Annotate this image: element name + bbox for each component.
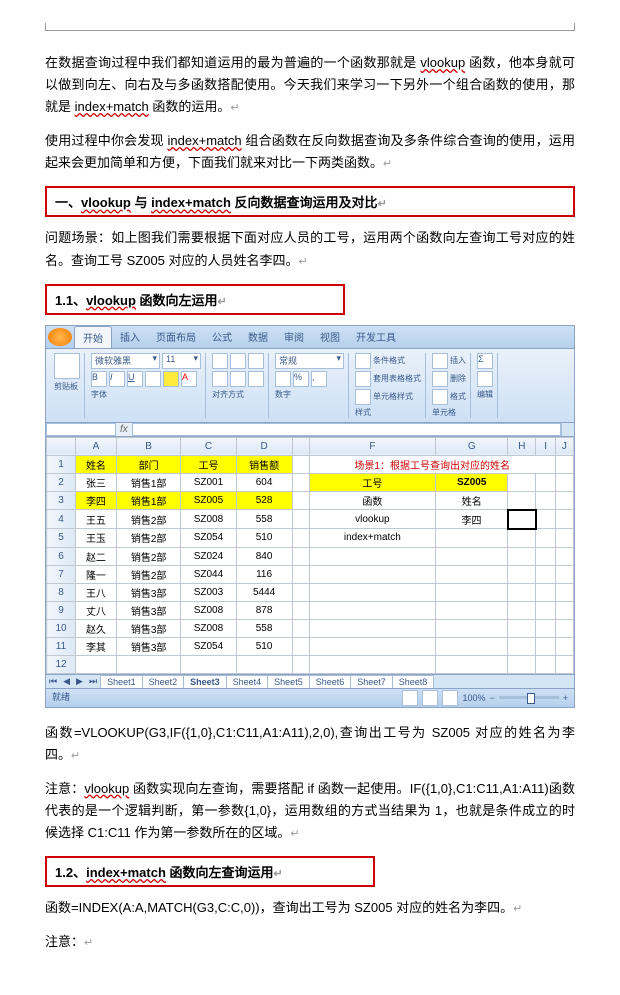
formula-bar: fx [46, 423, 574, 437]
format-icon[interactable] [432, 389, 448, 405]
sheet-tab[interactable]: Sheet4 [226, 675, 269, 688]
excel-screenshot: 开始 插入 页面布局 公式 数据 审阅 视图 开发工具 剪贴板 微软雅黑11 B… [45, 325, 575, 708]
group-styles: 条件格式 套用表格格式 单元格样式 样式 [351, 353, 426, 418]
heading-1: 一、vlookup 与 index+match 反向数据查询运用及对比 [45, 186, 575, 217]
tab-layout[interactable]: 页面布局 [148, 326, 204, 348]
first-sheet-icon[interactable]: ⏮ [46, 675, 60, 688]
font-color-icon[interactable]: A [181, 371, 197, 387]
last-sheet-icon[interactable]: ⏭ [86, 675, 100, 688]
ribbon-tabs: 开始 插入 页面布局 公式 数据 审阅 视图 开发工具 [46, 326, 574, 349]
group-number: 常规 %, 数字 [271, 353, 349, 418]
align-top-icon[interactable] [212, 353, 228, 369]
heading-1-2: 1.2、index+match 函数向左查询运用 [45, 856, 375, 887]
italic-icon[interactable]: I [109, 371, 125, 387]
scenario-para: 问题场景：如上图我们需要根据下面对应人员的工号，运用两个函数向左查询工号对应的姓… [45, 227, 575, 271]
sheet-tab[interactable]: Sheet3 [183, 675, 227, 688]
group-clipboard: 剪贴板 [50, 353, 85, 418]
sheet-tab[interactable]: Sheet1 [100, 675, 143, 688]
office-button[interactable] [48, 328, 72, 346]
note-2: 注意： [45, 931, 575, 953]
heading-1-1: 1.1、vlookup 函数向左运用 [45, 284, 345, 315]
zoom-out-icon[interactable]: − [489, 693, 494, 703]
cond-format-icon[interactable] [355, 353, 371, 369]
sheet-tab[interactable]: Sheet5 [267, 675, 310, 688]
sheet-tab[interactable]: Sheet8 [392, 675, 435, 688]
cell-style-icon[interactable] [355, 389, 371, 405]
zoom-slider[interactable] [499, 696, 559, 699]
currency-icon[interactable] [275, 371, 291, 387]
formula-1: 函数=VLOOKUP(G3,IF({1,0},C1:C11,A1:A11),2,… [45, 722, 575, 766]
next-sheet-icon[interactable]: ▶ [73, 675, 86, 688]
formula-2: 函数=INDEX(A:A,MATCH(G3,C:C,0))，查询出工号为 SZ0… [45, 897, 575, 919]
fill-icon[interactable] [163, 371, 179, 387]
table-format-icon[interactable] [355, 371, 371, 387]
font-select[interactable]: 微软雅黑 [91, 353, 160, 369]
ribbon-toolbar: 剪贴板 微软雅黑11 BIUA 字体 对齐方式 常规 %, 数字 条件格式 套用… [46, 349, 574, 423]
number-format[interactable]: 常规 [275, 353, 344, 369]
paste-icon[interactable] [54, 353, 80, 379]
zoom-in-icon[interactable]: + [563, 693, 568, 703]
tab-insert[interactable]: 插入 [112, 326, 148, 348]
comma-icon[interactable]: , [311, 371, 327, 387]
sum-icon[interactable]: Σ [477, 353, 493, 369]
align-mid-icon[interactable] [230, 353, 246, 369]
sheet-tab[interactable]: Sheet6 [309, 675, 352, 688]
fx-icon[interactable]: fx [116, 423, 132, 436]
view-layout-icon[interactable] [422, 690, 438, 706]
name-box[interactable] [46, 423, 116, 436]
percent-icon[interactable]: % [293, 371, 309, 387]
bold-icon[interactable]: B [91, 371, 107, 387]
tab-review[interactable]: 审阅 [276, 326, 312, 348]
spreadsheet-grid[interactable]: ABCDFGHIJ 1姓名部门工号销售额场景1：根据工号查询出对应的姓名 2张三… [46, 437, 574, 674]
group-edit: Σ 编辑 [473, 353, 498, 418]
prev-sheet-icon[interactable]: ◀ [60, 675, 73, 688]
align-center-icon[interactable] [230, 371, 246, 387]
underline-icon[interactable]: U [127, 371, 143, 387]
formula-input[interactable] [132, 423, 561, 436]
align-left-icon[interactable] [212, 371, 228, 387]
sort-icon[interactable] [477, 371, 493, 387]
border-icon[interactable] [145, 371, 161, 387]
tab-home[interactable]: 开始 [74, 326, 112, 348]
delete-icon[interactable] [432, 371, 448, 387]
tab-dev[interactable]: 开发工具 [348, 326, 404, 348]
group-align: 对齐方式 [208, 353, 269, 418]
tab-data[interactable]: 数据 [240, 326, 276, 348]
align-bot-icon[interactable] [248, 353, 264, 369]
intro-para-2: 使用过程中你会发现 index+match 组合函数在反向数据查询及多条件综合查… [45, 130, 575, 174]
tab-view[interactable]: 视图 [312, 326, 348, 348]
group-cells: 插入 删除 格式 单元格 [428, 353, 471, 418]
align-right-icon[interactable] [248, 371, 264, 387]
sheet-tab[interactable]: Sheet2 [142, 675, 185, 688]
view-break-icon[interactable] [442, 690, 458, 706]
view-normal-icon[interactable] [402, 690, 418, 706]
size-select[interactable]: 11 [162, 353, 201, 369]
intro-para-1: 在数据查询过程中我们都知道运用的最为普遍的一个函数那就是 vlookup 函数，… [45, 52, 575, 118]
status-bar: 就绪 100% − + [46, 688, 574, 707]
tab-formula[interactable]: 公式 [204, 326, 240, 348]
sheet-tabs: ⏮ ◀ ▶ ⏭ Sheet1 Sheet2 Sheet3 Sheet4 Shee… [46, 674, 574, 688]
sheet-tab[interactable]: Sheet7 [350, 675, 393, 688]
note-1: 注意：vlookup 函数实现向左查询，需要搭配 if 函数一起使用。IF({1… [45, 778, 575, 844]
group-font: 微软雅黑11 BIUA 字体 [87, 353, 206, 418]
insert-icon[interactable] [432, 353, 448, 369]
